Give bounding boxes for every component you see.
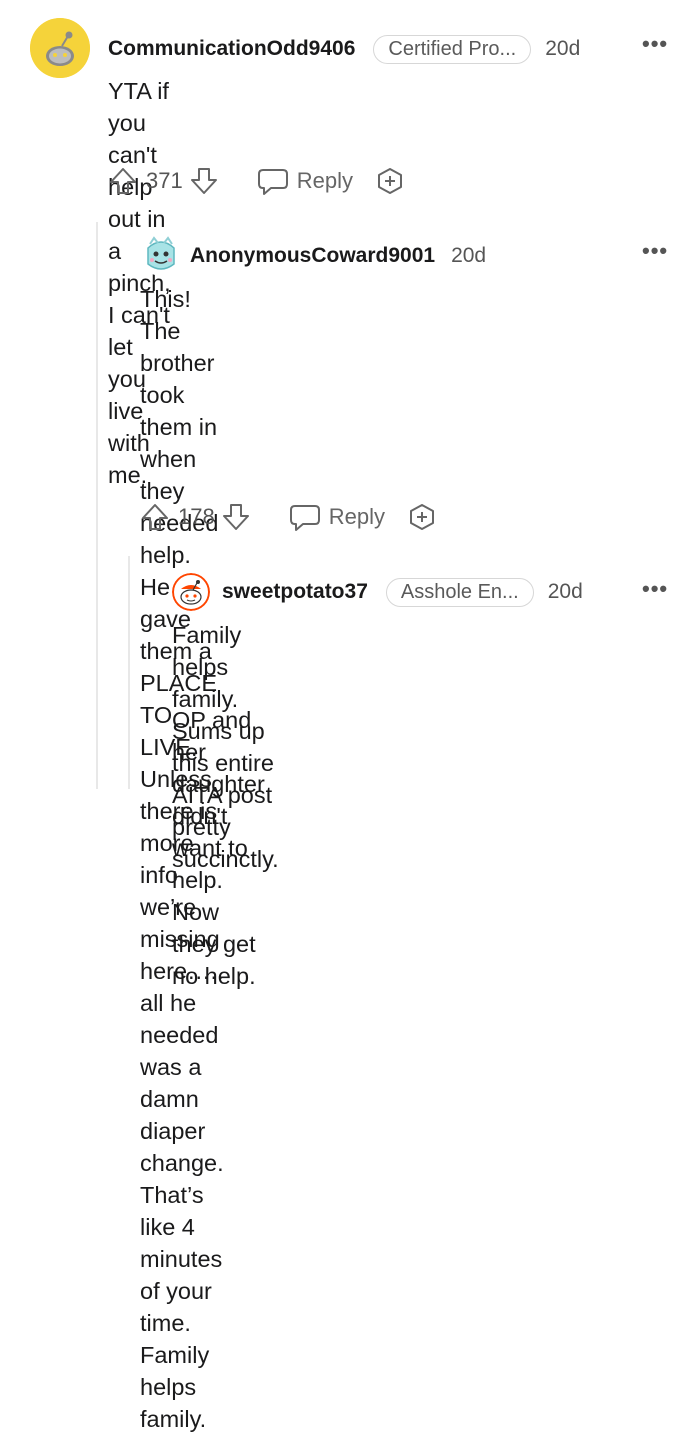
vote-count: 371 bbox=[146, 168, 183, 193]
reply-button[interactable]: Reply bbox=[289, 502, 385, 532]
reply-icon bbox=[289, 502, 321, 532]
upvote-icon[interactable] bbox=[140, 502, 170, 532]
comment-line: time. Family helps family. bbox=[140, 1310, 210, 1432]
timestamp: 20d bbox=[451, 244, 487, 267]
reply-icon bbox=[257, 166, 289, 196]
timestamp: 20d bbox=[545, 37, 581, 60]
comment-actions: 371 Reply bbox=[108, 166, 405, 196]
reply-label: Reply bbox=[328, 504, 385, 529]
snoo-avatar-icon bbox=[140, 234, 182, 276]
more-options-icon[interactable]: ••• bbox=[642, 578, 668, 600]
upvote-icon[interactable] bbox=[108, 166, 138, 196]
reply-button[interactable]: Reply bbox=[257, 166, 353, 196]
username[interactable]: sweetpotato37 bbox=[222, 580, 368, 604]
comment-line: diaper change. That’s like 4 minutes of … bbox=[140, 1118, 224, 1304]
user-flair: Certified Pro... bbox=[373, 34, 532, 64]
thread-line[interactable] bbox=[128, 556, 130, 789]
award-icon[interactable] bbox=[407, 502, 437, 532]
downvote-icon[interactable] bbox=[221, 502, 251, 532]
more-options-icon[interactable]: ••• bbox=[642, 33, 668, 55]
avatar[interactable] bbox=[172, 573, 210, 611]
vote-count: 178 bbox=[178, 504, 215, 529]
comment-body-paragraph-2: OP and her daughter didn't want to help.… bbox=[172, 704, 265, 992]
username[interactable]: AnonymousCoward9001 bbox=[190, 244, 435, 268]
snoo-avatar-icon bbox=[30, 18, 90, 78]
comment-actions: 178 Reply bbox=[140, 502, 437, 532]
avatar[interactable] bbox=[30, 18, 90, 78]
snoo-avatar-icon bbox=[172, 573, 210, 611]
comment-line: This! The brother took them in when they bbox=[140, 286, 218, 504]
thread-line[interactable] bbox=[96, 222, 98, 789]
timestamp: 20d bbox=[547, 580, 583, 603]
award-icon[interactable] bbox=[375, 166, 405, 196]
avatar[interactable] bbox=[140, 234, 182, 276]
username[interactable]: CommunicationOdd9406 bbox=[108, 37, 355, 61]
reply-label: Reply bbox=[296, 168, 353, 193]
comment-line: Now they get no help. bbox=[172, 899, 256, 989]
user-flair: Asshole En... bbox=[385, 577, 534, 607]
downvote-icon[interactable] bbox=[189, 166, 219, 196]
comment-line: OP and her daughter didn't want to help. bbox=[172, 707, 265, 893]
more-options-icon[interactable]: ••• bbox=[642, 240, 668, 262]
